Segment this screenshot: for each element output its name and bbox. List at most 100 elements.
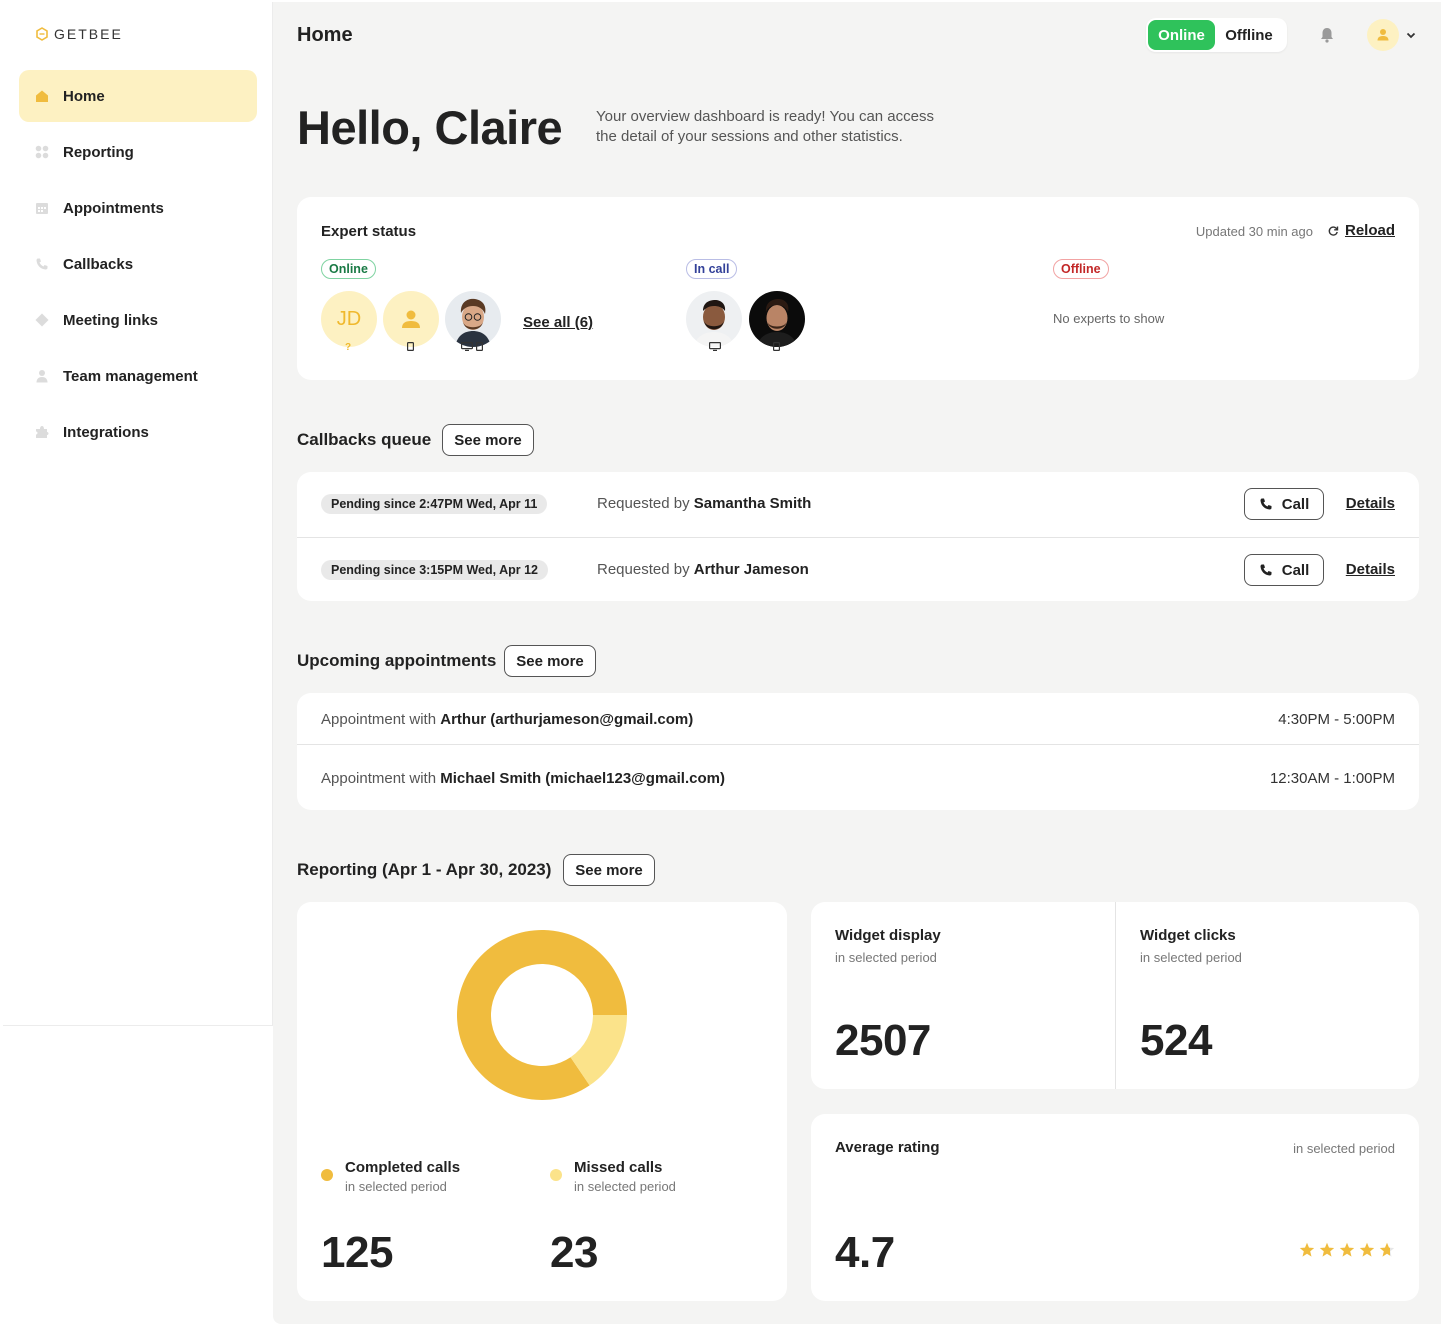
sidebar-item-meeting-links[interactable]: Meeting links [19, 294, 257, 346]
user-avatar[interactable] [1367, 19, 1399, 51]
completed-calls-label: Completed calls [345, 1159, 461, 1176]
callback-row: Pending since 3:15PM Wed, Apr 12 Request… [297, 537, 1419, 601]
completed-calls-value: 125 [321, 1228, 393, 1277]
star-icon [1299, 1242, 1315, 1257]
appointments-see-more-button[interactable]: See more [504, 645, 596, 677]
puzzle-icon [35, 425, 49, 439]
logo-text: GETBEE [54, 26, 123, 42]
expert-status-card: Expert status Updated 30 min ago Reload … [297, 197, 1419, 380]
widget-clicks-label: Widget clicks [1140, 927, 1236, 944]
user-icon [35, 369, 49, 383]
status-online-option[interactable]: Online [1148, 20, 1215, 50]
chevron-down-icon[interactable] [1405, 28, 1417, 40]
requested-by-prefix: Requested by [597, 561, 690, 578]
appointment-row[interactable]: Appointment with Michael Smith (michael1… [297, 746, 1419, 810]
unknown-device-label: ? [345, 342, 352, 353]
appointment-prefix: Appointment with [321, 711, 437, 728]
call-button[interactable]: Call [1244, 488, 1324, 520]
refresh-icon [1328, 225, 1339, 236]
widget-clicks-period: in selected period [1140, 950, 1242, 965]
see-all-experts-link[interactable]: See all (6) [523, 314, 593, 331]
callback-row: Pending since 2:47PM Wed, Apr 11 Request… [297, 472, 1419, 536]
appointments-card: Appointment with Arthur (arthurjameson@g… [297, 693, 1419, 810]
in-call-badge: In call [686, 259, 738, 279]
callbacks-queue-title: Callbacks queue [297, 430, 432, 449]
widget-clicks-stat: Widget clicks in selected period 524 [1115, 902, 1419, 1089]
appointments-title: Upcoming appointments [297, 651, 497, 670]
expert-photo-icon [445, 291, 501, 347]
updated-timestamp: Updated 30 min ago [1195, 224, 1313, 239]
mobile-device-icon [407, 342, 414, 351]
star-icon [1379, 1242, 1395, 1257]
expert-status-title: Expert status [321, 223, 417, 240]
expert-avatar[interactable] [749, 291, 805, 347]
rating-stars [1299, 1242, 1395, 1258]
requested-by-text: Requested by Samantha Smith [597, 495, 811, 512]
reload-label: Reload [1344, 222, 1395, 239]
user-icon [402, 310, 420, 328]
widget-stats-card: Widget display in selected period 2507 W… [811, 902, 1419, 1089]
sidebar-item-appointments[interactable]: Appointments [19, 182, 257, 234]
sidebar-item-home[interactable]: Home [19, 70, 257, 122]
sidebar-item-label: Team management [63, 367, 198, 385]
appointment-row[interactable]: Appointment with Arthur (arthurjameson@g… [297, 693, 1419, 745]
calendar-icon [35, 201, 49, 215]
requester-name: Arthur Jameson [693, 561, 809, 578]
sidebar-item-integrations[interactable]: Integrations [19, 406, 257, 458]
status-toggle: Online Offline [1146, 18, 1287, 52]
reporting-title: Reporting (Apr 1 - Apr 30, 2023) [297, 860, 552, 879]
appointment-time: 12:30AM - 1:00PM [1269, 770, 1395, 787]
completed-calls-period: in selected period [345, 1179, 447, 1194]
call-button[interactable]: Call [1244, 554, 1324, 586]
widget-display-value: 2507 [835, 1016, 931, 1065]
reload-button[interactable]: Reload [1327, 222, 1395, 239]
calls-chart-card: Completed calls in selected period Misse… [297, 902, 787, 1301]
desktop-and-mobile-devices-icon [461, 342, 483, 351]
bell-icon[interactable] [1318, 26, 1336, 44]
expert-avatar[interactable] [383, 291, 439, 347]
appointment-attendee: Arthur (arthurjameson@gmail.com) [440, 711, 694, 728]
expert-avatar[interactable] [686, 291, 742, 347]
appointment-text: Appointment with Arthur (arthurjameson@g… [321, 711, 693, 728]
calls-donut-chart [457, 930, 627, 1100]
star-icon [1339, 1242, 1355, 1257]
pending-badge: Pending since 3:15PM Wed, Apr 12 [321, 560, 549, 580]
expert-photo-icon [686, 291, 742, 347]
mobile-device-icon [773, 342, 780, 351]
details-link[interactable]: Details [1346, 561, 1395, 578]
requested-by-text: Requested by Arthur Jameson [597, 561, 809, 578]
expert-avatar[interactable]: JD [321, 291, 377, 347]
diamond-icon [35, 313, 49, 327]
callbacks-see-more-button[interactable]: See more [442, 424, 534, 456]
sidebar-item-reporting[interactable]: Reporting [19, 126, 257, 178]
callbacks-card: Pending since 2:47PM Wed, Apr 11 Request… [297, 472, 1419, 601]
online-badge: Online [321, 259, 376, 279]
appointment-text: Appointment with Michael Smith (michael1… [321, 770, 725, 787]
average-rating-period: in selected period [1293, 1141, 1395, 1156]
phone-icon [1260, 564, 1272, 576]
missed-calls-period: in selected period [574, 1179, 676, 1194]
greeting-subtitle: Your overview dashboard is ready! You ca… [596, 108, 934, 145]
sidebar-item-label: Meeting links [63, 311, 159, 329]
logo[interactable]: GETBEE [35, 26, 123, 42]
requester-name: Samantha Smith [693, 495, 812, 512]
phone-icon [35, 257, 49, 271]
appointment-attendee: Michael Smith (michael123@gmail.com) [440, 770, 725, 787]
reporting-see-more-button[interactable]: See more [563, 854, 655, 886]
expert-avatar[interactable] [445, 291, 501, 347]
status-offline-option[interactable]: Offline [1215, 20, 1283, 50]
appointment-time: 4:30PM - 5:00PM [1278, 711, 1395, 728]
phone-icon [1260, 498, 1272, 510]
bee-logo-icon [35, 27, 49, 41]
page-title: Home [297, 24, 353, 46]
sidebar-item-team-management[interactable]: Team management [19, 350, 257, 402]
sidebar-item-callbacks[interactable]: Callbacks [19, 238, 257, 290]
desktop-device-icon [709, 342, 721, 351]
sidebar-item-label: Reporting [63, 143, 134, 161]
call-label: Call [1281, 561, 1310, 579]
average-rating-label: Average rating [835, 1139, 940, 1156]
sidebar-item-label: Appointments [63, 199, 164, 217]
details-link[interactable]: Details [1346, 495, 1395, 512]
call-label: Call [1281, 495, 1310, 513]
no-experts-message: No experts to show [1053, 311, 1165, 326]
